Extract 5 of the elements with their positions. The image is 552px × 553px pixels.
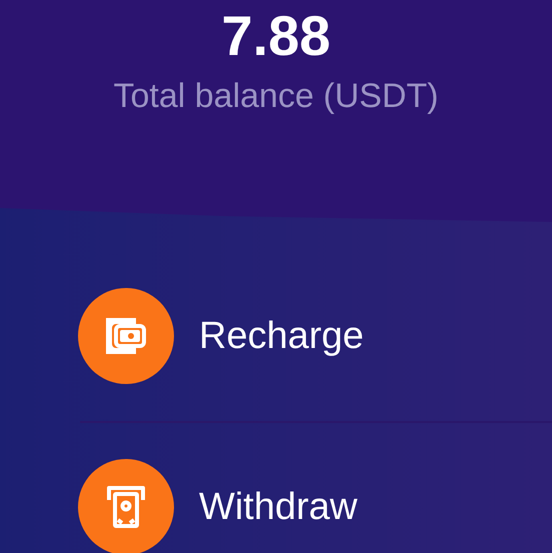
balance-amount: 7.88 xyxy=(222,4,330,68)
action-button[interactable]: Withdraw xyxy=(0,459,552,553)
balance-label: Total balance (USDT) xyxy=(113,76,438,117)
wallet-icon xyxy=(104,316,148,356)
action-button[interactable]: Recharge xyxy=(0,288,552,384)
